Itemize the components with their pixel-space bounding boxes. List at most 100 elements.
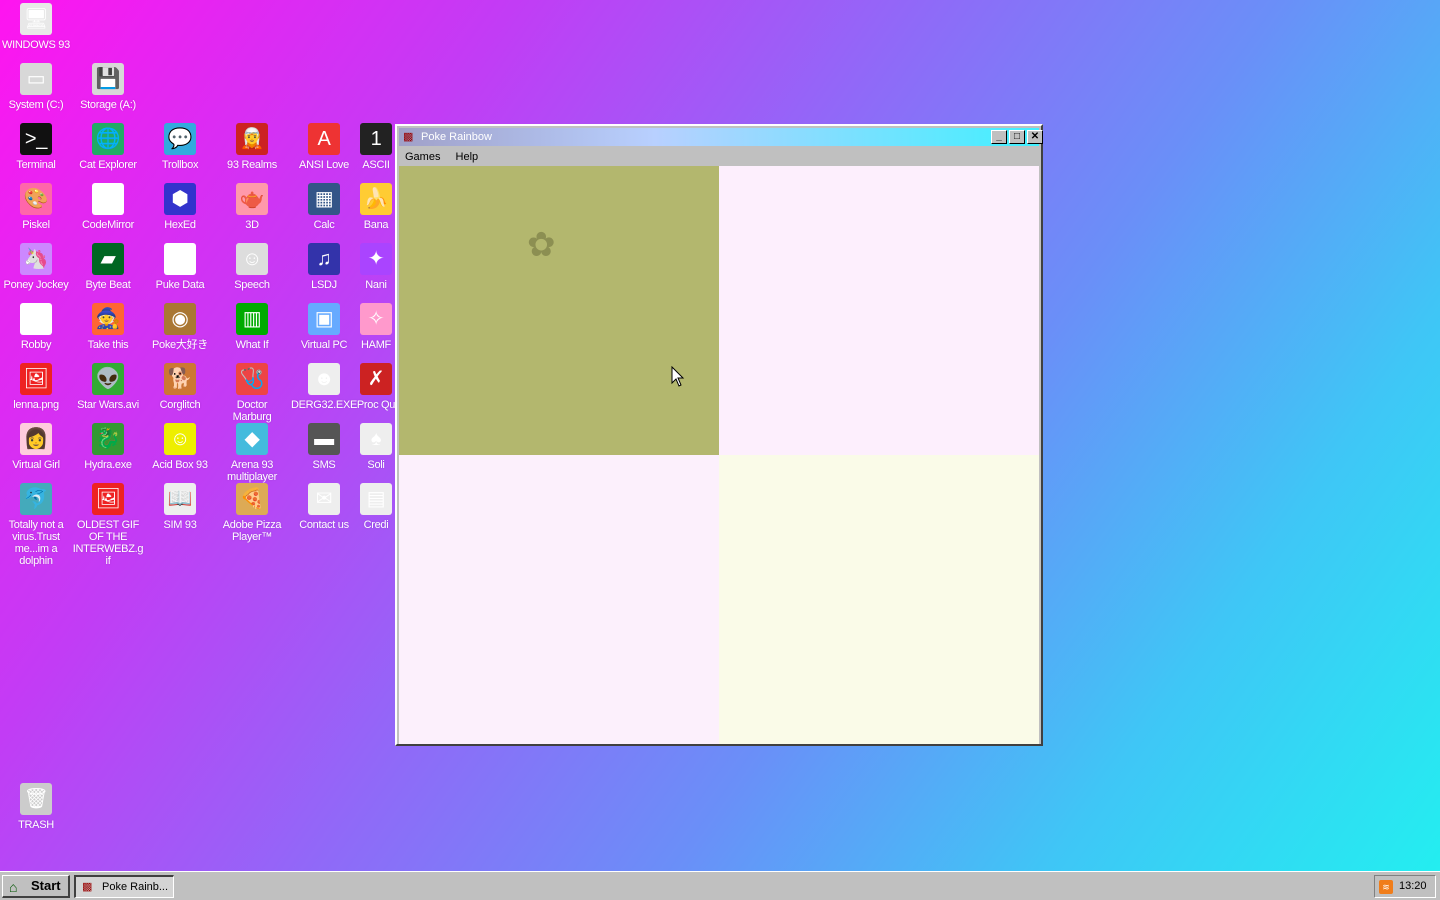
desktop-icon[interactable]: 🗑 TRASH bbox=[0, 783, 72, 831]
desktop-icon[interactable]: ▥ What If bbox=[216, 303, 288, 351]
window-titlebar[interactable]: ▩ Poke Rainbow _ □ ✕ bbox=[399, 128, 1043, 146]
game-panel-top-right[interactable] bbox=[719, 166, 1039, 455]
start-icon: ⌂ bbox=[9, 879, 18, 895]
desktop-icon[interactable]: 🧝 93 Realms bbox=[216, 123, 288, 171]
globe-icon: 🌐 bbox=[92, 123, 124, 155]
desktop-icon-label: System (C:) bbox=[8, 99, 64, 111]
desktop-icon[interactable]: A ANSI Love bbox=[288, 123, 360, 171]
desktop-icon-label: Contact us bbox=[299, 519, 349, 531]
desktop-icon[interactable]: 👩 Virtual Girl bbox=[0, 423, 72, 471]
desktop-icon[interactable]: 👽 Star Wars.avi bbox=[72, 363, 144, 411]
desktop-icon[interactable]: 🖥 WINDOWS 93 bbox=[0, 3, 72, 51]
yoda-icon: 👽 bbox=[92, 363, 124, 395]
pokemon-sprite-icon: ✿ bbox=[527, 226, 556, 264]
image-file-icon: 🖼 bbox=[20, 363, 52, 395]
virtualpc-icon: ▣ bbox=[308, 303, 340, 335]
desktop-icon[interactable]: ▬ SMS bbox=[288, 423, 360, 471]
desktop-icon[interactable]: ☺ Acid Box 93 bbox=[144, 423, 216, 471]
menu-help[interactable]: Help bbox=[450, 148, 485, 166]
desktop-icon[interactable]: 1 ASCII bbox=[356, 123, 396, 171]
poke-rainbow-window[interactable]: ▩ Poke Rainbow _ □ ✕ Games Help ✿ bbox=[395, 124, 1043, 746]
desktop-icon[interactable]: 🖼 OLDEST GIF OF THE INTERWEBZ.gif bbox=[72, 483, 144, 567]
desktop-icon-label: Totally not a virus.Trust me...im a dolp… bbox=[8, 519, 64, 567]
desktop-icon[interactable]: ✗ Proc Qu bbox=[356, 363, 396, 411]
desktop-icon[interactable]: ▣ Virtual PC bbox=[288, 303, 360, 351]
close-button[interactable]: ✕ bbox=[1027, 130, 1043, 144]
smiley-icon: ☺ bbox=[164, 423, 196, 455]
solitaire-icon: ♠ bbox=[360, 423, 392, 455]
rss-icon[interactable]: ≋ bbox=[1379, 880, 1393, 894]
minimize-button[interactable]: _ bbox=[991, 130, 1007, 144]
lsdj-icon: ♫ bbox=[308, 243, 340, 275]
menubar: Games Help bbox=[399, 148, 1039, 166]
desktop-icon-label: LSDJ bbox=[311, 279, 337, 291]
window-title: Poke Rainbow bbox=[421, 131, 492, 143]
desktop-icon-label: Doctor Marburg bbox=[232, 399, 272, 423]
taskbar-item-poke-rainbow[interactable]: ▩ Poke Rainb... bbox=[74, 875, 174, 898]
desktop-icon-label: Puke Data bbox=[155, 279, 205, 291]
desktop-icon[interactable]: 🐬 Totally not a virus.Trust me...im a dol… bbox=[0, 483, 72, 567]
desktop-icon[interactable]: ▤ Credi bbox=[356, 483, 396, 531]
desktop-icon[interactable]: ✧ HAMF bbox=[356, 303, 396, 351]
desktop-icon[interactable]: 🫖 3D bbox=[216, 183, 288, 231]
robot-icon: ☃ bbox=[20, 303, 52, 335]
desktop-icon[interactable]: 🩺 Doctor Marburg bbox=[216, 363, 288, 423]
app-icon: ▩ bbox=[403, 131, 414, 143]
drive-icon: ▭ bbox=[20, 63, 52, 95]
desktop-icon-label: Storage (A:) bbox=[80, 99, 136, 111]
hamf-icon: ✧ bbox=[360, 303, 392, 335]
desktop-icon[interactable]: ♠ Soli bbox=[356, 423, 396, 471]
desktop-icon[interactable]: 🌐 Cat Explorer bbox=[72, 123, 144, 171]
desktop-icon[interactable]: Pd Puke Data bbox=[144, 243, 216, 291]
desktop-icon[interactable]: ▭ System (C:) bbox=[0, 63, 72, 111]
virtualgirl-icon: 👩 bbox=[20, 423, 52, 455]
desktop-icon[interactable]: 🎨 Piskel bbox=[0, 183, 72, 231]
desktop-icon[interactable]: 🐕 Corglitch bbox=[144, 363, 216, 411]
desktop-icon-label: Credi bbox=[363, 519, 389, 531]
desktop-icon-label: Proc Qu bbox=[356, 399, 396, 411]
desktop-icon[interactable]: ▦ Calc bbox=[288, 183, 360, 231]
desktop-icon[interactable]: ✎ CodeMirror bbox=[72, 183, 144, 231]
desktop-icon-label: DERG32.EXE bbox=[290, 399, 358, 411]
start-button[interactable]: ⌂ Start bbox=[2, 875, 70, 898]
game-panel-bottom-left[interactable] bbox=[399, 455, 719, 744]
desktop-icon-label: TRASH bbox=[18, 819, 54, 831]
whatif-icon: ▥ bbox=[236, 303, 268, 335]
desktop-icon[interactable]: 💬 Trollbox bbox=[144, 123, 216, 171]
desktop-icon[interactable]: 🍕 Adobe Pizza Player™ bbox=[216, 483, 288, 543]
desktop-icon[interactable]: 🖼 lenna.png bbox=[0, 363, 72, 411]
desktop-icon[interactable]: ♫ LSDJ bbox=[288, 243, 360, 291]
menu-games[interactable]: Games bbox=[399, 148, 446, 166]
desktop-icon[interactable]: ✉ Contact us bbox=[288, 483, 360, 531]
derg-icon: ☻ bbox=[308, 363, 340, 395]
desktop-icon[interactable]: 🧙 Take this bbox=[72, 303, 144, 351]
desktop-icon[interactable]: 🦄 Poney Jockey bbox=[0, 243, 72, 291]
desktop-icon[interactable]: ☺ Speech bbox=[216, 243, 288, 291]
desktop-icon[interactable]: 🐉 Hydra.exe bbox=[72, 423, 144, 471]
desktop-icon-label: Cat Explorer bbox=[79, 159, 137, 171]
maximize-button[interactable]: □ bbox=[1009, 130, 1025, 144]
game-panel-top-left[interactable]: ✿ bbox=[399, 166, 719, 455]
desktop-icon[interactable]: ◆ Arena 93 multiplayer bbox=[216, 423, 288, 483]
desktop-icon[interactable]: 📖 SIM 93 bbox=[144, 483, 216, 531]
desktop-icon[interactable]: ▰ Byte Beat bbox=[72, 243, 144, 291]
desktop-icon[interactable]: ◉ Poke大好き bbox=[144, 303, 216, 351]
desktop-icon-label: What If bbox=[235, 339, 269, 351]
desktop-icon[interactable]: ☃ Robby bbox=[0, 303, 72, 351]
desktop-icon-label: WINDOWS 93 bbox=[2, 39, 70, 51]
desktop-icon-label: Trollbox bbox=[161, 159, 199, 171]
desktop-icon[interactable]: >_ Terminal bbox=[0, 123, 72, 171]
dolphin-icon: 🐬 bbox=[20, 483, 52, 515]
desktop-icon[interactable]: ☻ DERG32.EXE bbox=[288, 363, 360, 411]
desktop-icon-label: SMS bbox=[312, 459, 336, 471]
game-panel-bottom-right[interactable] bbox=[719, 455, 1039, 744]
desktop-icon[interactable]: ⬢ HexEd bbox=[144, 183, 216, 231]
desktop-icon[interactable]: ✦ Nani bbox=[356, 243, 396, 291]
desktop-icon-label: Piskel bbox=[22, 219, 50, 231]
desktop-icon[interactable]: 💾 Storage (A:) bbox=[72, 63, 144, 111]
game-viewport[interactable]: ✿ bbox=[399, 166, 1039, 744]
pizza-icon: 🍕 bbox=[236, 483, 268, 515]
start-label: Start bbox=[31, 878, 61, 893]
desktop-icon-label: HexEd bbox=[164, 219, 196, 231]
desktop-icon[interactable]: 🍌 Bana bbox=[356, 183, 396, 231]
